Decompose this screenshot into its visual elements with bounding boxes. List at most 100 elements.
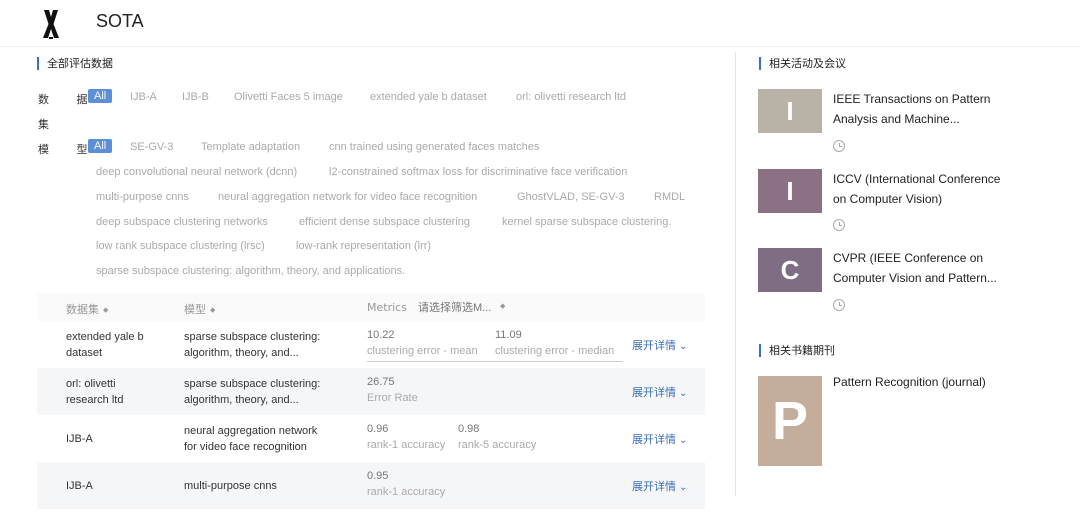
top-bar: SOTA [0, 0, 1080, 47]
chevron-down-icon: ⌄ [679, 341, 688, 352]
table-row: IJB-A neural aggregation network for vid… [37, 415, 705, 462]
model-chip[interactable]: multi-purpose cnns [96, 191, 189, 203]
model-chip-all[interactable]: All [88, 139, 113, 153]
table-row: IJB-A multi-purpose cnns 0.95 rank-1 acc… [37, 462, 705, 509]
model-chip[interactable]: l2-constrained softmax loss for discrimi… [329, 166, 627, 178]
dataset-cell: IJB-A [66, 431, 93, 447]
model-chip[interactable]: deep convolutional neural network (dcnn) [96, 166, 297, 178]
sort-icon[interactable]: ◆ [103, 306, 108, 314]
chevron-down-icon: ⌄ [679, 435, 688, 446]
dataset-cell: IJB-A [66, 478, 93, 494]
model-chip[interactable]: GhostVLAD, SE-GV-3 [517, 191, 625, 203]
related-events-heading: 相关活动及会议 [759, 57, 846, 70]
event-title[interactable]: IEEE Transactions on Pattern Analysis an… [833, 89, 1023, 129]
metric-value: 0.96 [367, 423, 389, 435]
dataset-chip[interactable]: IJB-B [182, 91, 209, 103]
expand-details-link[interactable]: 展开详情 ⌄ [632, 478, 687, 494]
model-chip[interactable]: low rank subspace clustering (lrsc) [96, 240, 265, 252]
model-chip[interactable]: deep subspace clustering networks [96, 216, 268, 228]
model-name-line: algorithm, theory, and... [184, 347, 299, 359]
expand-details-link[interactable]: 展开详情 ⌄ [632, 337, 687, 353]
clock-icon [833, 140, 845, 152]
expand-details-label: 展开详情 [632, 480, 676, 493]
metric-value: 0.95 [367, 470, 389, 482]
dataset-chip-all[interactable]: All [88, 89, 113, 103]
sort-icon[interactable]: ◆ [210, 306, 215, 314]
expand-details-label: 展开详情 [632, 339, 676, 352]
model-cell: sparse subspace clustering: algorithm, t… [184, 329, 320, 361]
model-chip[interactable]: low-rank representation (lrr) [296, 240, 431, 252]
metric-name: rank-1 accuracy [367, 486, 446, 498]
metrics-scrollbar[interactable] [367, 361, 623, 362]
model-chip[interactable]: SE-GV-3 [130, 141, 173, 153]
dataset-chip[interactable]: orl: olivetti research ltd [516, 91, 626, 103]
dataset-cell: orl: olivetti research ltd [66, 376, 123, 408]
model-cell: neural aggregation network for video fac… [184, 423, 317, 455]
model-chip[interactable]: cnn trained using generated faces matche… [329, 141, 539, 153]
event-title-line: Computer Vision and Pattern... [833, 271, 997, 285]
model-chip[interactable]: efficient dense subspace clustering [299, 216, 470, 228]
expand-details-label: 展开详情 [632, 433, 676, 446]
metric-name: Error Rate [367, 392, 418, 404]
model-name-line: sparse subspace clustering: [184, 378, 321, 390]
model-chip[interactable]: RMDL [654, 191, 685, 203]
clock-icon [833, 299, 845, 311]
dropdown-caret-icon[interactable]: ◆ [500, 302, 505, 310]
tripod-logo-icon[interactable] [38, 8, 64, 40]
model-chip[interactable]: Template adaptation [201, 141, 300, 153]
dataset-chip[interactable]: IJB-A [130, 91, 157, 103]
metric-value: 26.75 [367, 376, 395, 388]
expand-details-label: 展开详情 [632, 386, 676, 399]
dataset-filter-label-cont: 集 [38, 118, 61, 131]
all-evaluation-data-heading: 全部评估数据 [37, 57, 113, 70]
metric-value: 11.09 [495, 329, 522, 341]
event-title-line: ICCV (International Conference [833, 172, 1001, 186]
table-header: 数据集 ◆ 模型 ◆ Metrics ◆ [37, 293, 705, 321]
clock-icon [833, 219, 845, 231]
dataset-name-line: IJB-A [66, 433, 93, 445]
metric-filter-select[interactable] [418, 299, 512, 317]
dataset-name-line: IJB-A [66, 480, 93, 492]
dataset-chip[interactable]: extended yale b dataset [370, 91, 487, 103]
metric-value: 0.98 [458, 423, 480, 435]
event-thumbnail[interactable]: I [758, 89, 822, 133]
model-header-label: 模型 [184, 303, 206, 316]
related-books-heading: 相关书籍期刊 [759, 344, 835, 357]
dataset-cell: extended yale b dataset [66, 329, 144, 361]
dataset-name-line: dataset [66, 347, 103, 359]
chevron-down-icon: ⌄ [679, 482, 688, 493]
table-row: extended yale b dataset sparse subspace … [37, 321, 705, 368]
model-chip[interactable]: kernel sparse subspace clustering. [502, 216, 671, 228]
expand-details-link[interactable]: 展开详情 ⌄ [632, 431, 687, 447]
dataset-header-label: 数据集 [66, 303, 99, 316]
model-chip[interactable]: neural aggregation network for video fac… [218, 191, 477, 203]
model-name-line: for video face recognition [184, 441, 307, 453]
event-title-line: on Computer Vision) [833, 192, 943, 206]
dataset-name-line: orl: olivetti [66, 378, 116, 390]
event-title-line: IEEE Transactions on Pattern [833, 92, 991, 106]
model-chip[interactable]: sparse subspace clustering: algorithm, t… [96, 265, 405, 277]
event-thumbnail[interactable]: I [758, 169, 822, 213]
model-cell: multi-purpose cnns [184, 478, 277, 494]
model-column-header[interactable]: 模型 ◆ [184, 301, 215, 317]
event-title[interactable]: ICCV (International Conference on Comput… [833, 169, 1023, 209]
event-title-line: Analysis and Machine... [833, 112, 960, 126]
dataset-chip[interactable]: Olivetti Faces 5 image [234, 91, 343, 103]
book-thumbnail[interactable]: P [758, 376, 822, 466]
metrics-column-header: Metrics [367, 301, 407, 314]
dataset-name-line: research ltd [66, 394, 124, 406]
model-name-line: sparse subspace clustering: [184, 331, 321, 343]
book-title[interactable]: Pattern Recognition (journal) [833, 375, 986, 389]
metric-name: clustering error - mean [367, 345, 478, 357]
dataset-column-header[interactable]: 数据集 ◆ [66, 301, 108, 317]
event-title-line: CVPR (IEEE Conference on [833, 251, 984, 265]
event-thumbnail[interactable]: C [758, 248, 822, 292]
model-name-line: multi-purpose cnns [184, 480, 277, 492]
metric-value: 10.22 [367, 329, 395, 341]
model-name-line: algorithm, theory, and... [184, 394, 299, 406]
expand-details-link[interactable]: 展开详情 ⌄ [632, 384, 687, 400]
column-divider [735, 52, 736, 496]
metric-name: rank-1 accuracy [367, 439, 446, 451]
metric-name: clustering error - median [495, 345, 615, 357]
event-title[interactable]: CVPR (IEEE Conference on Computer Vision… [833, 248, 1023, 288]
